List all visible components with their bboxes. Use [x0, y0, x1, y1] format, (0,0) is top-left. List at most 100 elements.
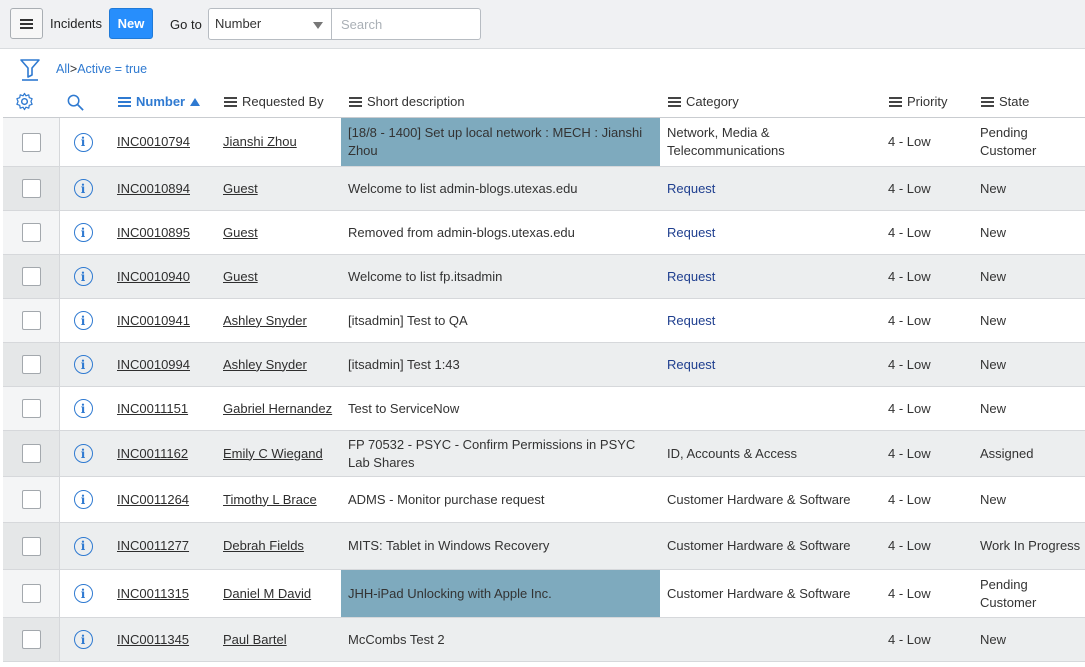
- table-row[interactable]: i INC0011151 Gabriel Hernandez Test to Serv…: [3, 387, 1085, 431]
- short-description-cell: [itsadmin] Test 1:43: [348, 356, 460, 372]
- table-row[interactable]: i INC0010894 Guest Welcome to list admin-bl…: [3, 167, 1085, 211]
- row-checkbox[interactable]: [21, 536, 41, 556]
- info-icon[interactable]: i: [73, 132, 93, 152]
- row-select-cell: [3, 343, 60, 386]
- table-row[interactable]: i INC0010994 Ashley Snyder [itsadmin] Test …: [3, 343, 1085, 387]
- requested-by-link[interactable]: Guest: [223, 268, 258, 286]
- requested-by-link[interactable]: Timothy L Brace: [223, 491, 317, 509]
- requested-by-link[interactable]: Ashley Snyder: [223, 312, 307, 330]
- search-input[interactable]: [331, 8, 481, 40]
- requested-by-link[interactable]: Guest: [223, 180, 258, 198]
- search-icon[interactable]: [66, 93, 85, 112]
- column-menu-icon[interactable]: [981, 96, 994, 107]
- incident-number-link[interactable]: INC0011264: [117, 491, 189, 509]
- state-cell: New: [980, 312, 1007, 328]
- info-icon[interactable]: i: [73, 490, 93, 509]
- info-icon[interactable]: i: [73, 179, 93, 198]
- table-row[interactable]: i INC0010895 Guest Removed from admin-blogs…: [3, 211, 1085, 255]
- info-icon[interactable]: i: [73, 444, 93, 463]
- row-checkbox[interactable]: [21, 267, 41, 286]
- column-category[interactable]: Category: [668, 94, 739, 109]
- info-icon[interactable]: i: [73, 311, 93, 330]
- row-checkbox[interactable]: [21, 630, 41, 649]
- column-menu-icon[interactable]: [118, 96, 131, 107]
- row-select-cell: [3, 387, 60, 430]
- row-checkbox[interactable]: [21, 311, 41, 330]
- caret-down-icon: [313, 22, 323, 29]
- info-icon[interactable]: i: [73, 584, 93, 603]
- short-description-cell: McCombs Test 2: [348, 631, 445, 647]
- row-checkbox[interactable]: [21, 132, 41, 152]
- row-checkbox[interactable]: [21, 444, 41, 463]
- requested-by-link[interactable]: Gabriel Hernandez: [223, 400, 332, 418]
- row-checkbox[interactable]: [21, 490, 41, 509]
- requested-by-cell: Guest: [223, 167, 341, 210]
- requested-by-link[interactable]: Jianshi Zhou: [223, 133, 297, 151]
- incident-number-link[interactable]: INC0010794: [117, 133, 190, 151]
- info-icon[interactable]: i: [73, 630, 93, 649]
- row-info-cell: i: [61, 523, 105, 569]
- requested-by-link[interactable]: Debrah Fields: [223, 537, 304, 555]
- requested-by-link[interactable]: Guest: [223, 224, 258, 242]
- row-checkbox[interactable]: [21, 584, 41, 603]
- info-icon[interactable]: i: [73, 267, 93, 286]
- column-priority[interactable]: Priority: [889, 94, 947, 109]
- column-state[interactable]: State: [981, 94, 1029, 109]
- row-checkbox[interactable]: [21, 399, 41, 418]
- category-cell: Request: [667, 268, 716, 284]
- column-menu-icon[interactable]: [349, 96, 362, 107]
- column-short-description[interactable]: Short description: [349, 94, 465, 109]
- priority-cell: 4 - Low: [888, 445, 931, 461]
- table-row[interactable]: i INC0011162 Emily C Wiegand FP 70532 - PSY…: [3, 431, 1085, 477]
- table-row[interactable]: i INC0011264 Timothy L Brace ADMS - Monitor…: [3, 477, 1085, 523]
- incident-number-link[interactable]: INC0010940: [117, 268, 190, 286]
- incident-number-link[interactable]: INC0011345: [117, 631, 189, 649]
- number-cell: INC0011277: [117, 523, 217, 569]
- requested-by-link[interactable]: Emily C Wiegand: [223, 445, 323, 463]
- incident-number-link[interactable]: INC0011151: [117, 400, 188, 418]
- column-requested-by[interactable]: Requested By: [224, 94, 324, 109]
- table-row[interactable]: i INC0011277 Debrah Fields MITS: Tablet in …: [3, 523, 1085, 570]
- table-row[interactable]: i INC0010941 Ashley Snyder [itsadmin] Test …: [3, 299, 1085, 343]
- short-description-cell: Test to ServiceNow: [348, 400, 460, 416]
- requested-by-link[interactable]: Daniel M David: [223, 585, 311, 603]
- incident-number-link[interactable]: INC0010994: [117, 356, 190, 374]
- number-cell: INC0011315: [117, 570, 217, 617]
- row-checkbox[interactable]: [21, 179, 41, 198]
- goto-label: Go to: [170, 17, 202, 32]
- column-menu-icon[interactable]: [224, 96, 237, 107]
- incident-number-link[interactable]: INC0011315: [117, 585, 189, 603]
- filter-icon[interactable]: [19, 57, 41, 81]
- incident-number-link[interactable]: INC0010894: [117, 180, 190, 198]
- gear-icon[interactable]: [15, 92, 34, 111]
- requested-by-link[interactable]: Paul Bartel: [223, 631, 287, 649]
- column-menu-icon[interactable]: [668, 96, 681, 107]
- row-checkbox[interactable]: [21, 355, 41, 374]
- incident-number-link[interactable]: INC0010941: [117, 312, 190, 330]
- goto-field-select[interactable]: Number: [208, 8, 332, 40]
- info-icon[interactable]: i: [73, 355, 93, 374]
- table-row[interactable]: i INC0011315 Daniel M David JHH-iPad Unlock…: [3, 570, 1085, 618]
- row-info-cell: i: [61, 167, 105, 210]
- list-menu-button[interactable]: [10, 8, 43, 39]
- breadcrumb-filter[interactable]: Active = true: [77, 62, 147, 76]
- state-cell: New: [980, 400, 1007, 416]
- table-row[interactable]: i INC0010940 Guest Welcome to list fp.itsad…: [3, 255, 1085, 299]
- incident-number-link[interactable]: INC0011277: [117, 537, 189, 555]
- info-icon[interactable]: i: [73, 399, 93, 418]
- incident-number-link[interactable]: INC0010895: [117, 224, 190, 242]
- info-icon[interactable]: i: [73, 536, 93, 556]
- requested-by-cell: Daniel M David: [223, 570, 341, 617]
- info-icon[interactable]: i: [73, 223, 93, 242]
- table-row[interactable]: i INC0011345 Paul Bartel McCombs Test 2 4 - …: [3, 618, 1085, 662]
- new-button[interactable]: New: [109, 8, 153, 39]
- breadcrumb-all[interactable]: All: [56, 62, 70, 76]
- row-select-cell: [3, 477, 60, 522]
- row-checkbox[interactable]: [21, 223, 41, 242]
- column-menu-icon[interactable]: [889, 96, 902, 107]
- incident-number-link[interactable]: INC0011162: [117, 445, 188, 463]
- state-cell: New: [980, 356, 1007, 372]
- requested-by-link[interactable]: Ashley Snyder: [223, 356, 307, 374]
- column-number[interactable]: Number: [118, 94, 201, 109]
- table-row[interactable]: i INC0010794 Jianshi Zhou [18/8 - 1400] Set…: [3, 118, 1085, 167]
